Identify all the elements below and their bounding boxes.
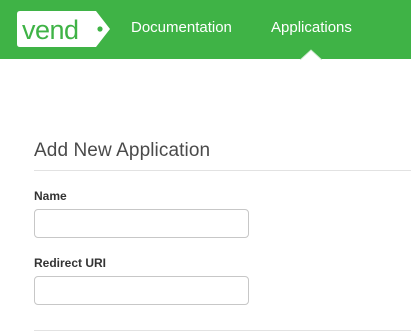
name-input[interactable] bbox=[34, 209, 249, 238]
redirect-uri-input[interactable] bbox=[34, 276, 249, 305]
redirect-uri-label: Redirect URI bbox=[34, 256, 107, 270]
top-navbar: vend Documentation Applications bbox=[0, 0, 411, 60]
logo-text: vend bbox=[22, 15, 79, 45]
vend-logo[interactable]: vend bbox=[16, 10, 112, 48]
nav-documentation[interactable]: Documentation bbox=[131, 19, 232, 37]
page-title: Add New Application bbox=[34, 140, 211, 161]
nav-applications[interactable]: Applications bbox=[271, 19, 352, 37]
active-tab-caret-icon bbox=[300, 49, 322, 60]
title-divider bbox=[34, 170, 411, 171]
name-label: Name bbox=[34, 189, 67, 203]
form-divider bbox=[34, 330, 411, 331]
